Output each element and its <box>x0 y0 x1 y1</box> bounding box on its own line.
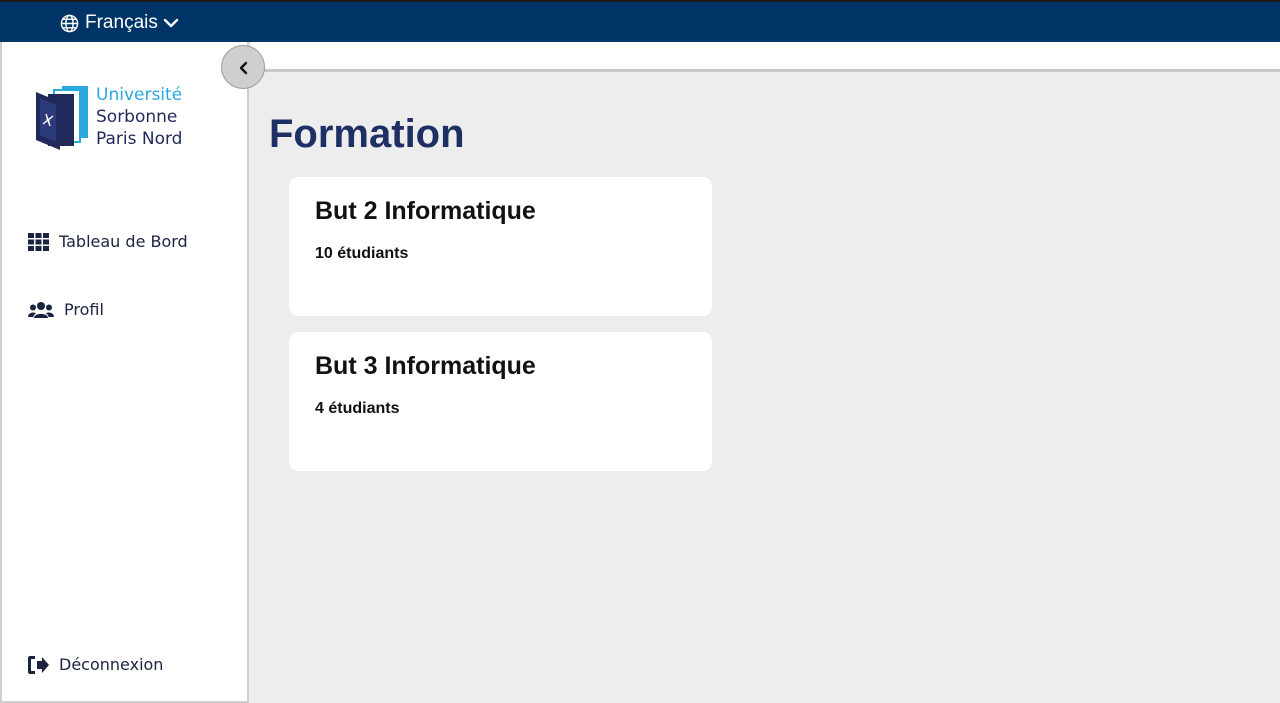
sidebar-item-dashboard[interactable]: Tableau de Bord <box>28 232 188 251</box>
logout-label: Déconnexion <box>59 655 164 674</box>
formation-name: But 3 Informatique <box>315 352 536 380</box>
formation-card[interactable]: But 2 Informatique 10 étudiants <box>289 177 712 316</box>
university-logo[interactable]: Université Sorbonne Paris Nord <box>34 84 194 154</box>
formation-card[interactable]: But 3 Informatique 4 étudiants <box>289 332 712 471</box>
users-icon <box>28 301 54 318</box>
logo-line-2: Sorbonne <box>96 107 178 127</box>
chevron-down-icon <box>163 18 179 28</box>
sidebar-item-label: Tableau de Bord <box>59 232 188 251</box>
logo-line-1: Université <box>96 85 183 105</box>
language-selector[interactable]: Français <box>60 12 179 34</box>
university-emblem-icon <box>36 86 88 150</box>
grid-icon <box>28 232 49 251</box>
student-count: 10 étudiants <box>315 245 409 262</box>
chevron-left-icon <box>239 61 248 75</box>
logout-button[interactable]: Déconnexion <box>28 655 163 674</box>
content-header-bar <box>251 42 1280 72</box>
top-bar: Français <box>0 0 1280 42</box>
sidebar-collapse-button[interactable] <box>221 45 265 89</box>
page-title: Formation <box>269 112 465 156</box>
university-name: Université Sorbonne Paris Nord <box>96 84 182 150</box>
logo-line-3: Paris Nord <box>96 129 183 149</box>
formation-name: But 2 Informatique <box>315 197 536 225</box>
sidebar-item-profil[interactable]: Profil <box>28 300 104 319</box>
language-label: Français <box>85 12 158 33</box>
globe-icon <box>60 14 79 32</box>
sidebar-item-label: Profil <box>64 300 104 319</box>
sidebar: Université Sorbonne Paris Nord Tableau d… <box>0 42 249 703</box>
sign-out-icon <box>28 655 49 674</box>
student-count: 4 étudiants <box>315 400 400 417</box>
